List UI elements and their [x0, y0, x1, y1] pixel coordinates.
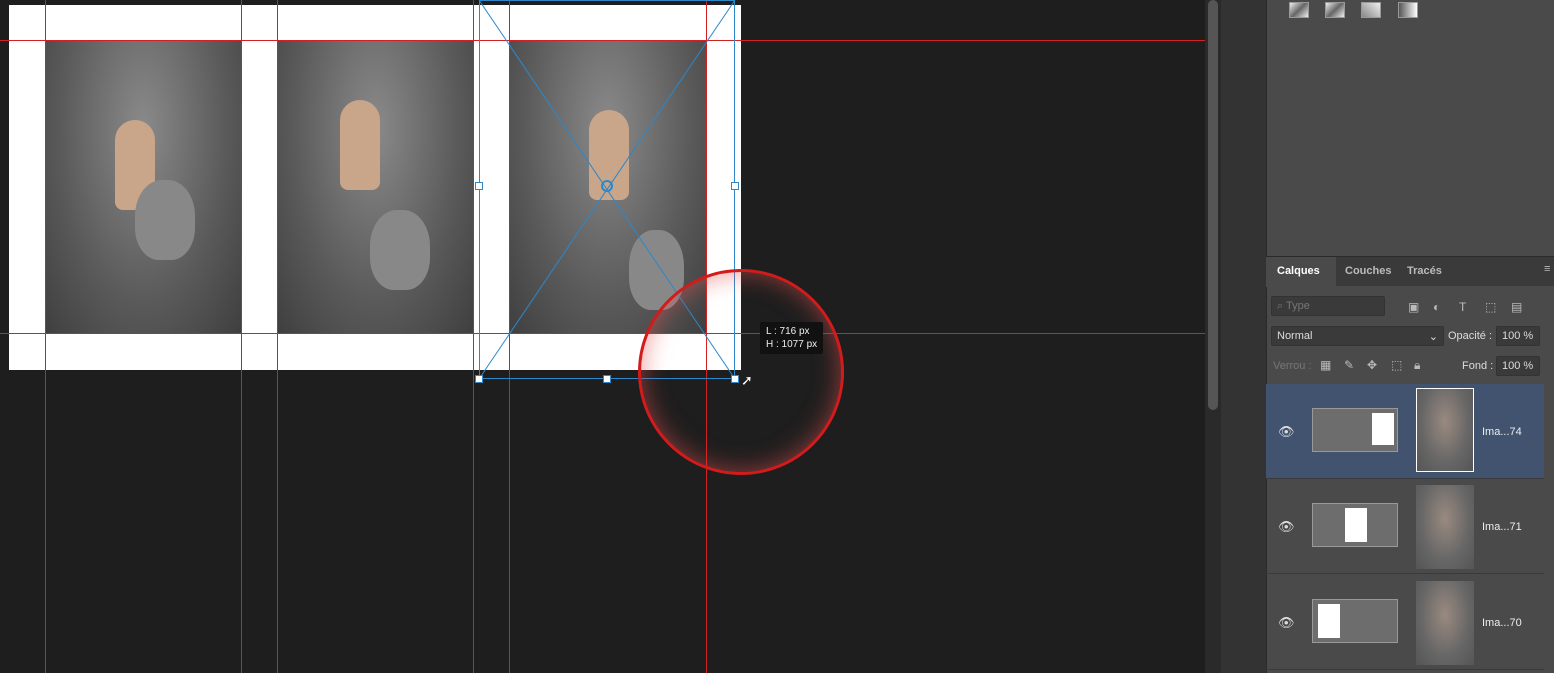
filter-adjustment-icon[interactable]: ◐	[1433, 300, 1440, 314]
layer-thumbnail[interactable]	[1416, 485, 1474, 569]
tooltip-height: H : 1077 px	[766, 339, 818, 350]
layer-mask-thumbnail[interactable]	[1312, 599, 1398, 643]
layer-thumbnail[interactable]	[1416, 581, 1474, 665]
visibility-eye-icon[interactable]: 👁︎	[1278, 519, 1295, 535]
filter-type-icon[interactable]: T	[1459, 300, 1466, 314]
lock-artboard-icon[interactable]: ⬚	[1391, 358, 1402, 372]
lock-move-icon[interactable]: ✥	[1367, 358, 1377, 372]
layer-filter-search[interactable]: ⌕ Type	[1271, 296, 1385, 316]
layer-mask-thumbnail[interactable]	[1312, 503, 1398, 547]
layer-name[interactable]: Ima...70	[1482, 617, 1522, 629]
filter-shape-icon[interactable]: ⬚	[1485, 300, 1496, 314]
filter-pixel-icon[interactable]: ▣	[1408, 300, 1419, 314]
gradient-swatch-icon[interactable]	[1289, 2, 1309, 18]
tab-traces[interactable]: Tracés	[1407, 265, 1442, 277]
layer-row[interactable]: 👁︎ Ima...74	[1266, 384, 1544, 479]
gradient-swatch-icon[interactable]	[1398, 2, 1418, 18]
layer-name[interactable]: Ima...71	[1482, 521, 1522, 533]
layer-mask-thumbnail[interactable]	[1312, 408, 1398, 452]
guide-vertical[interactable]	[45, 0, 46, 673]
transform-handle[interactable]	[475, 375, 483, 383]
gradient-swatch-icon[interactable]	[1361, 2, 1381, 18]
lock-label: Verrou :	[1273, 360, 1312, 372]
guide-vertical[interactable]	[473, 0, 474, 673]
scrollbar-thumb[interactable]	[1208, 0, 1218, 410]
child-figure	[340, 100, 380, 190]
lock-all-icon[interactable]: 🔒︎	[1414, 358, 1420, 373]
visibility-eye-icon[interactable]: 👁︎	[1278, 615, 1295, 631]
dimension-tooltip: L : 716 px H : 1077 px	[760, 322, 824, 354]
fill-label: Fond :	[1462, 360, 1494, 372]
layer-name[interactable]: Ima...74	[1482, 426, 1522, 438]
tooltip-width: L : 716 px	[766, 326, 810, 337]
layer-thumbnail[interactable]	[1416, 388, 1474, 472]
photo-1[interactable]	[45, 40, 241, 333]
tab-couches[interactable]: Couches	[1345, 265, 1391, 277]
panel-menu-icon[interactable]: ≡	[1544, 263, 1550, 275]
blend-mode-value: Normal	[1277, 330, 1313, 342]
filter-smartobject-icon[interactable]: ▤	[1511, 300, 1522, 314]
photo-2[interactable]	[278, 40, 473, 333]
opacity-input[interactable]: 100 %	[1496, 326, 1540, 346]
visibility-eye-icon[interactable]: 👁︎	[1278, 424, 1295, 440]
guide-vertical[interactable]	[277, 0, 278, 673]
tab-calques[interactable]: Calques	[1277, 265, 1320, 277]
layer-row[interactable]: 👁︎ Ima...71	[1266, 479, 1544, 574]
lock-brush-icon[interactable]: ✎	[1344, 358, 1354, 372]
chevron-down-icon: ⌄	[1428, 331, 1438, 343]
fill-input[interactable]: 100 %	[1496, 356, 1540, 376]
search-placeholder: Type	[1286, 300, 1310, 312]
rock	[135, 180, 195, 260]
transform-handle[interactable]	[603, 375, 611, 383]
transform-handle[interactable]	[475, 182, 483, 190]
panel-dock	[1221, 0, 1266, 673]
layers-panel-tabs: Calques Couches Tracés ≡	[1266, 256, 1554, 287]
lock-transparency-icon[interactable]: ▦	[1320, 358, 1331, 372]
guide-vertical[interactable]	[241, 0, 242, 673]
click-highlight-ring	[638, 269, 844, 475]
opacity-label: Opacité :	[1448, 330, 1493, 342]
layer-row[interactable]: 👁︎ Ima...70	[1266, 575, 1544, 670]
rock	[370, 210, 430, 290]
blend-mode-select[interactable]: Normal ⌄	[1271, 326, 1444, 346]
gradient-swatch-icon[interactable]	[1325, 2, 1345, 18]
transform-handle[interactable]	[731, 182, 739, 190]
